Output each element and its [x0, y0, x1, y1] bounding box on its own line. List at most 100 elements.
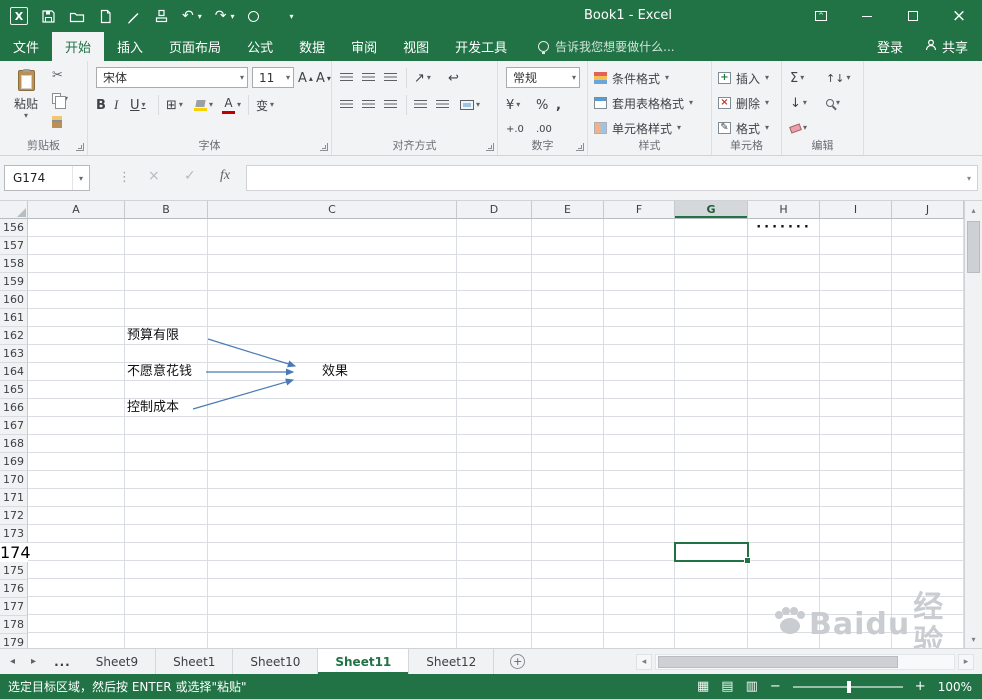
vertical-scrollbar-thumb[interactable]: [967, 221, 980, 273]
column-header-I[interactable]: I: [820, 201, 892, 219]
formula-bar-grip-icon[interactable]: ⋮: [118, 170, 131, 185]
delete-cells-button[interactable]: × 删除 ▾: [718, 92, 769, 114]
row-header-165[interactable]: 165: [0, 381, 28, 399]
vertical-scrollbar[interactable]: ▴ ▾: [964, 201, 982, 648]
bold-button[interactable]: B: [96, 94, 106, 116]
row-header-158[interactable]: 158: [0, 255, 28, 273]
zoom-slider[interactable]: [792, 680, 903, 693]
row-header-174[interactable]: 174: [0, 543, 31, 562]
zoom-slider-thumb[interactable]: [846, 680, 851, 693]
format-painter-button[interactable]: [52, 114, 68, 129]
fill-color-button[interactable]: ▾: [194, 94, 213, 116]
merge-center-button[interactable]: ▾: [460, 94, 480, 116]
cell-text-dots[interactable]: ·······: [748, 219, 820, 237]
column-header-F[interactable]: F: [604, 201, 675, 219]
ink-pen-icon[interactable]: [126, 9, 141, 24]
borders-button[interactable]: ⊞ ▾: [166, 94, 183, 116]
fill-button[interactable]: ↓ ▾: [790, 92, 807, 114]
scroll-up-icon[interactable]: ▴: [965, 201, 982, 219]
ribbon-tab-审阅[interactable]: 审阅: [338, 32, 390, 61]
font-name-select[interactable]: 宋体 ▾: [96, 67, 248, 88]
ribbon-tab-插入[interactable]: 插入: [104, 32, 156, 61]
insert-function-button[interactable]: fx: [220, 168, 230, 184]
row-header-161[interactable]: 161: [0, 309, 28, 327]
column-header-C[interactable]: C: [208, 201, 457, 219]
name-box-dropdown-icon[interactable]: ▾: [72, 166, 89, 190]
percent-style-button[interactable]: %: [536, 94, 548, 116]
row-header-168[interactable]: 168: [0, 435, 28, 453]
hscroll-left-icon[interactable]: ◂: [636, 653, 652, 670]
page-break-view-icon[interactable]: ▥: [746, 679, 758, 694]
ribbon-tab-数据[interactable]: 数据: [286, 32, 338, 61]
scroll-down-icon[interactable]: ▾: [965, 630, 982, 648]
underline-button[interactable]: U ▾: [130, 94, 146, 116]
sign-in-button[interactable]: 登录: [877, 37, 903, 56]
sheet-tab-Sheet12[interactable]: Sheet12: [409, 649, 495, 674]
insert-cells-button[interactable]: + 插入 ▾: [718, 67, 769, 89]
format-as-table-button[interactable]: 套用表格格式 ▾: [594, 92, 693, 114]
row-header-159[interactable]: 159: [0, 273, 28, 291]
alignment-dialog-launcher[interactable]: [486, 143, 494, 151]
undo-dropdown-icon[interactable]: ▾: [198, 12, 202, 21]
align-right-button[interactable]: [384, 94, 397, 116]
clear-button[interactable]: ▾: [789, 117, 807, 139]
row-header-167[interactable]: 167: [0, 417, 28, 435]
formula-expand-icon[interactable]: ▾: [961, 174, 977, 183]
name-box[interactable]: G174 ▾: [4, 165, 90, 191]
cell-styles-button[interactable]: 单元格样式 ▾: [594, 117, 681, 139]
number-format-select[interactable]: 常规 ▾: [506, 67, 580, 88]
cell-text-effect[interactable]: 效果: [322, 363, 348, 381]
align-middle-button[interactable]: [362, 67, 375, 89]
row-header-179[interactable]: 179: [0, 634, 28, 648]
ribbon-tab-开发工具[interactable]: 开发工具: [442, 32, 520, 61]
select-all-corner[interactable]: [0, 201, 28, 219]
close-button[interactable]: ×: [936, 0, 982, 32]
cut-button[interactable]: ✂: [52, 68, 68, 83]
number-dialog-launcher[interactable]: [576, 143, 584, 151]
font-color-button[interactable]: A ▾: [222, 94, 241, 116]
horizontal-scrollbar-thumb[interactable]: [658, 655, 898, 668]
cancel-button[interactable]: ×: [148, 168, 160, 184]
save-icon[interactable]: [41, 9, 56, 24]
italic-button[interactable]: I: [114, 94, 118, 116]
row-header-170[interactable]: 170: [0, 471, 28, 489]
font-size-select[interactable]: 11 ▾: [252, 67, 294, 88]
zoom-out-icon[interactable]: −: [770, 679, 781, 694]
draw-circle-icon[interactable]: [247, 10, 259, 22]
row-header-162[interactable]: 162: [0, 327, 28, 345]
page-layout-view-icon[interactable]: ▤: [721, 679, 733, 694]
format-cells-button[interactable]: ✎ 格式 ▾: [718, 117, 769, 139]
hscroll-track[interactable]: [655, 653, 955, 670]
ribbon-tab-视图[interactable]: 视图: [390, 32, 442, 61]
normal-view-icon[interactable]: ▦: [697, 679, 709, 694]
row-header-173[interactable]: 173: [0, 525, 28, 543]
customize-toolbar-icon[interactable]: ▾: [290, 12, 294, 21]
orientation-button[interactable]: ↗ ▾: [414, 67, 431, 89]
decrease-font-size-button[interactable]: A ▾: [316, 67, 331, 89]
increase-font-size-button[interactable]: A ▴: [298, 67, 313, 89]
align-top-button[interactable]: [340, 67, 353, 89]
comma-style-button[interactable]: ,: [556, 94, 561, 116]
share-button[interactable]: 共享: [925, 37, 968, 56]
row-header-157[interactable]: 157: [0, 237, 28, 255]
excel-logo-icon[interactable]: [10, 7, 28, 25]
ribbon-display-options-button[interactable]: ^: [798, 0, 844, 32]
open-folder-icon[interactable]: [69, 9, 85, 24]
sheet-tab-Sheet10[interactable]: Sheet10: [233, 649, 319, 674]
column-header-H[interactable]: H: [748, 201, 820, 219]
column-header-A[interactable]: A: [28, 201, 125, 219]
paste-button[interactable]: 粘贴 ▾: [5, 65, 47, 139]
maximize-button[interactable]: [890, 0, 936, 32]
row-header-156[interactable]: 156: [0, 219, 28, 237]
copy-button[interactable]: ▾: [52, 91, 68, 109]
ribbon-tab-开始[interactable]: 开始: [52, 32, 105, 61]
paste-dropdown-icon[interactable]: ▾: [24, 112, 28, 120]
cell-text-cause-1[interactable]: 预算有限: [127, 327, 179, 345]
tell-me-search[interactable]: 告诉我您想要做什么...: [538, 32, 675, 61]
cell-text-cause-2[interactable]: 不愿意花钱: [127, 363, 192, 381]
sort-filter-button[interactable]: ↑↓ ▾: [826, 67, 850, 89]
row-header-175[interactable]: 175: [0, 562, 28, 580]
find-select-button[interactable]: ▾: [826, 92, 840, 114]
ribbon-tab-公式[interactable]: 公式: [234, 32, 286, 61]
column-header-B[interactable]: B: [125, 201, 208, 219]
